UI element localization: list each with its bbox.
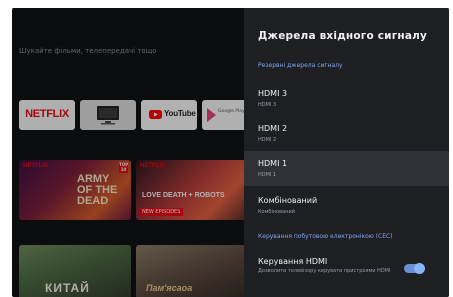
cec-section-header: Керування побутовою електронікою (CEC) (258, 233, 393, 240)
home-screen: Шукайте фільми, телепередачі тощо NETFLI… (12, 8, 258, 297)
source-item-hdmi-1[interactable]: HDMI 1 HDMI 1 (244, 151, 449, 186)
hdmi-control-description: Дозволити телевізору керувати пристроями… (258, 268, 391, 274)
reserved-sources-header: Резервні джерела сигналу (258, 62, 343, 69)
source-name: HDMI 1 (258, 159, 288, 168)
source-item-composite[interactable]: Комбінований Комбінований (244, 188, 449, 223)
source-name: HDMI 2 (258, 124, 288, 133)
hdmi-control-setting[interactable]: Керування HDMI Дозволити телевізору керу… (244, 248, 449, 288)
panel-title: Джерела вхідного сигналу (258, 30, 428, 42)
source-item-hdmi-3[interactable]: HDMI 3 HDMI 3 (244, 81, 449, 116)
source-subtitle: HDMI 2 (258, 137, 277, 143)
hdmi-control-title: Керування HDMI (258, 257, 328, 266)
input-sources-panel: Джерела вхідного сигналу Резервні джерел… (244, 8, 449, 297)
source-name: HDMI 3 (258, 89, 288, 98)
source-subtitle: HDMI 1 (258, 172, 277, 178)
source-subtitle: Комбінований (258, 209, 295, 215)
tv-screen: Шукайте фільми, телепередачі тощо NETFLI… (12, 8, 449, 297)
source-name: Комбінований (258, 196, 318, 205)
background-dim (12, 8, 244, 297)
hdmi-control-toggle[interactable] (404, 263, 425, 274)
toggle-knob (414, 263, 425, 274)
source-subtitle: HDMI 3 (258, 102, 277, 108)
source-item-hdmi-2[interactable]: HDMI 2 HDMI 2 (244, 116, 449, 151)
